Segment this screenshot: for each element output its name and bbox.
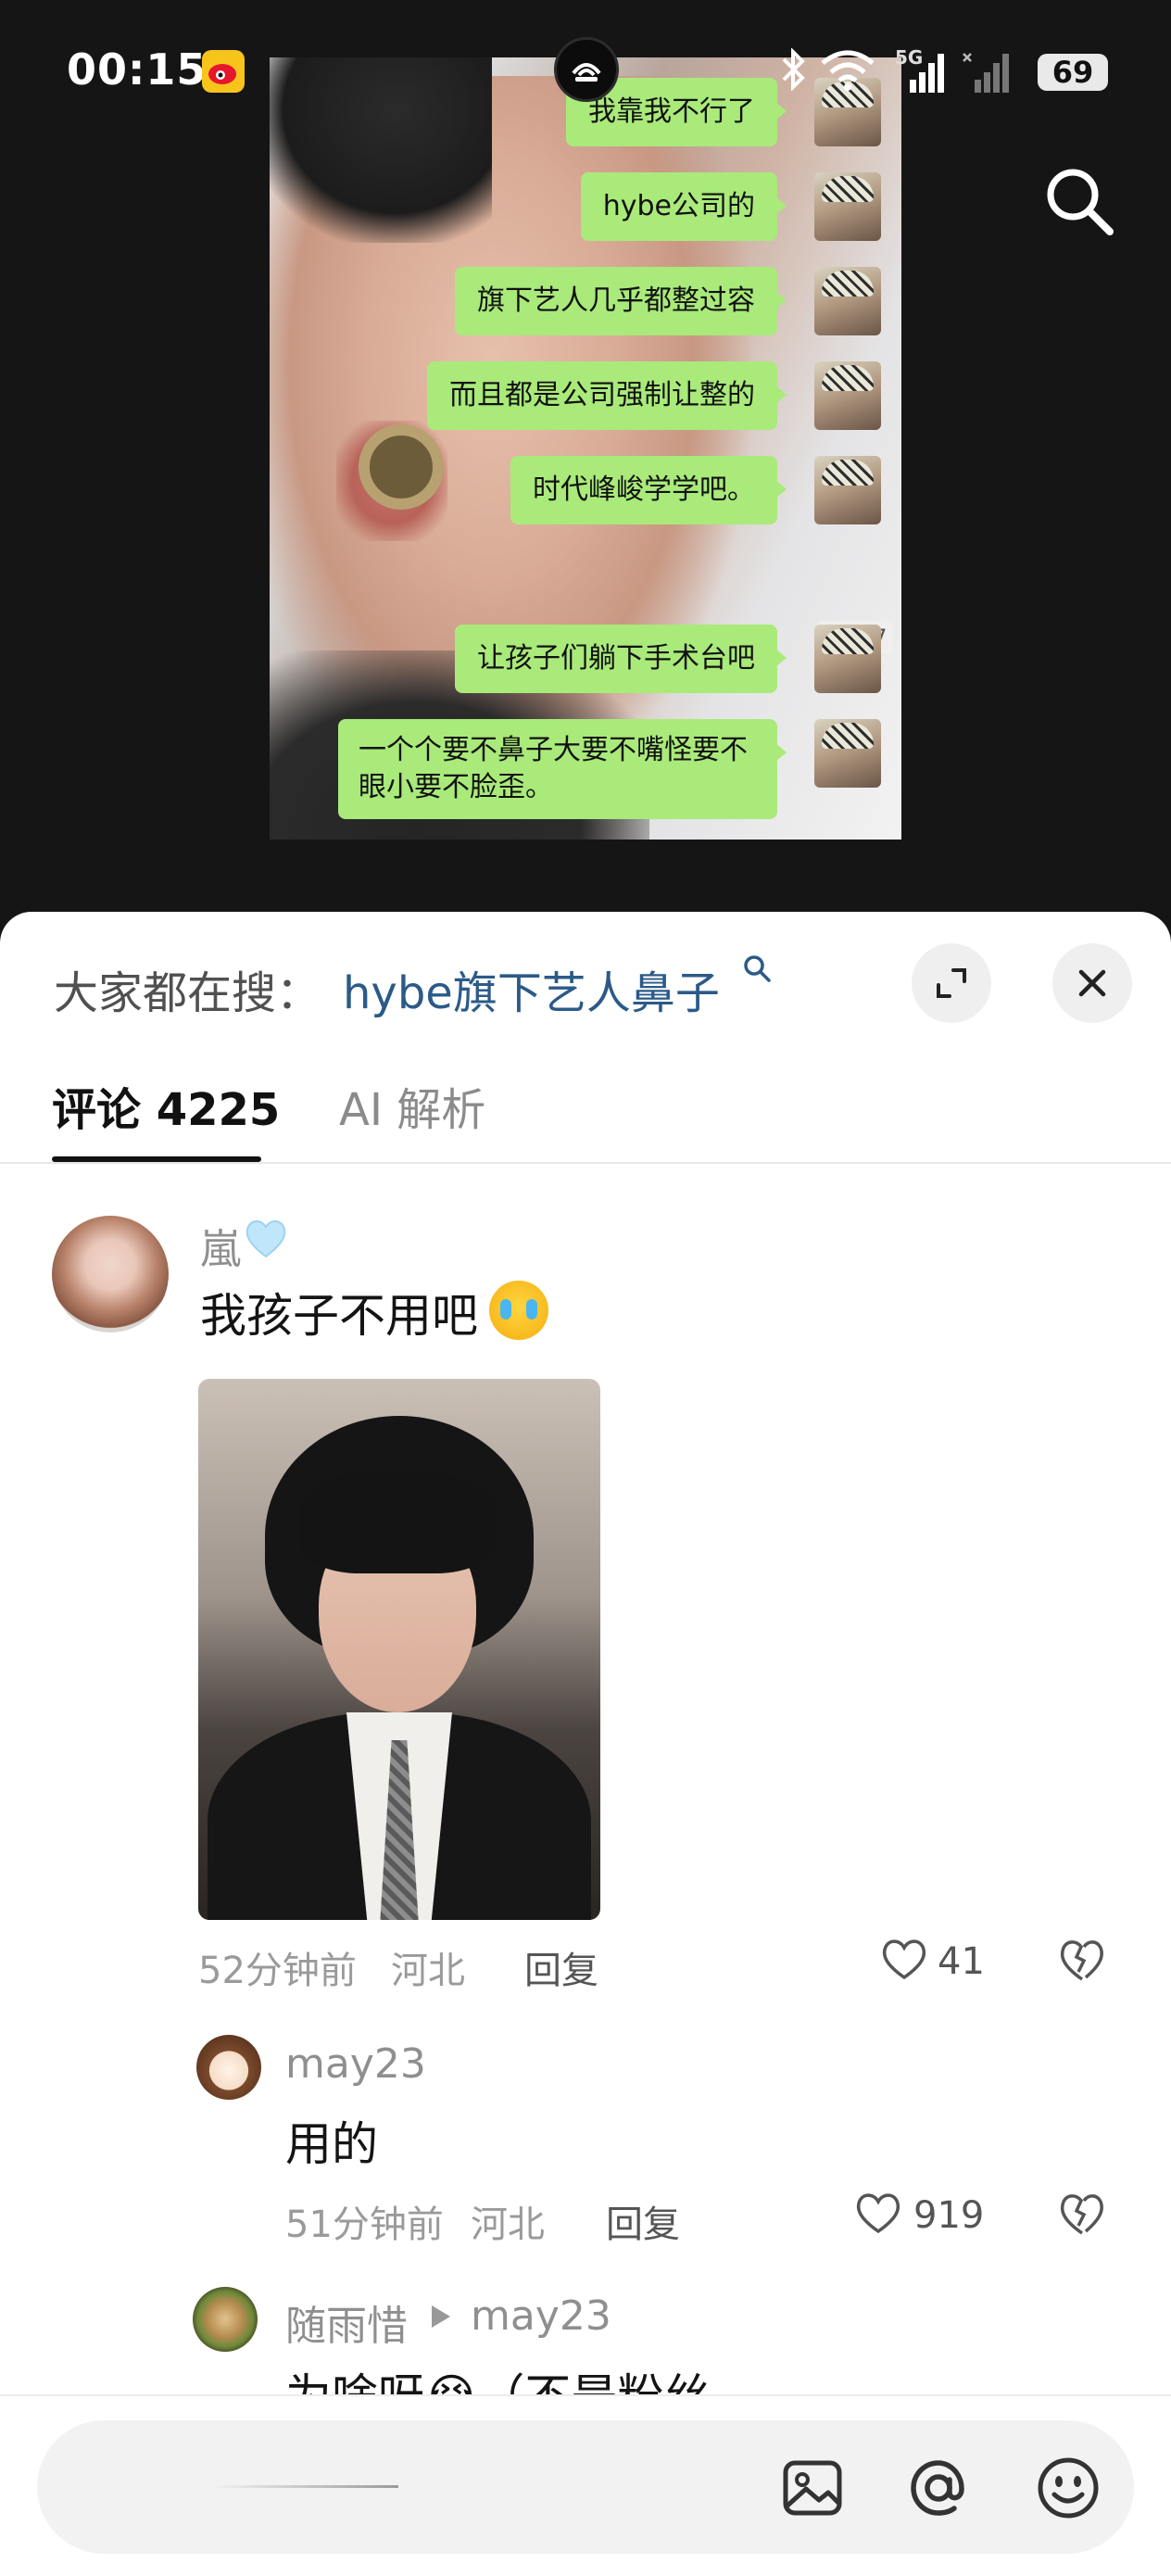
chat-bubble: 一个个要不鼻子大要不嘴怪要不眼小要不脸歪。 — [338, 719, 787, 819]
bluetooth-icon — [782, 48, 805, 91]
cell-signal-2-icon — [963, 53, 1009, 93]
status-bar: 00:15 5G 69 — [0, 0, 1171, 139]
post-image[interactable]: 我靠我不行了 hybe公司的 旗下艺人几乎都整过容 而且都是公司强制让整的 时代… — [270, 57, 901, 840]
comment-attached-image[interactable] — [198, 1379, 600, 1920]
small-search-icon — [744, 955, 771, 982]
at-icon[interactable] — [902, 2452, 975, 2524]
comment-input-bar — [0, 2394, 1171, 2576]
chat-message: 一个个要不鼻子大要不嘴怪要不眼小要不脸歪。 — [338, 719, 881, 819]
expand-button[interactable] — [912, 943, 991, 1023]
chat-message: 而且都是公司强制让整的 — [418, 361, 881, 430]
chat-message: hybe公司的 — [510, 172, 881, 241]
trending-label: 大家都在搜： — [54, 967, 321, 1019]
close-icon — [1078, 969, 1106, 997]
expand-icon — [937, 968, 966, 998]
like-count: 41 — [938, 1940, 985, 1983]
heart-icon[interactable] — [878, 1935, 930, 1983]
reply-button[interactable]: 回复 — [524, 1940, 598, 1994]
reply-username[interactable]: may23 — [285, 2040, 426, 2088]
chat-bubble: 时代峰峻学学吧。 — [510, 456, 787, 524]
wifi-icon — [821, 50, 875, 91]
status-time: 00:15 — [67, 44, 208, 95]
comment-input-container[interactable] — [37, 2420, 1134, 2554]
comment-text: 我孩子不用吧 — [200, 1289, 478, 1343]
reply-location: 河北 — [471, 2203, 545, 2246]
avatar[interactable] — [52, 1216, 169, 1332]
comment-input[interactable] — [107, 2457, 700, 2517]
comment-username[interactable]: 嵐 — [200, 1216, 241, 1275]
search-icon — [1047, 169, 1114, 235]
close-button[interactable] — [1052, 943, 1132, 1023]
weibo-app-icon — [202, 50, 245, 93]
search-button[interactable] — [1041, 163, 1119, 241]
broken-heart-icon[interactable] — [1056, 2189, 1108, 2239]
weibo-comment-screen: 00:15 5G 69 我靠我不行了 hybe公司的 旗下艺人几乎都整过容 而且… — [0, 0, 1171, 2576]
comment-time: 52分钟前 — [198, 1950, 357, 1992]
reply-to-username[interactable]: may23 — [471, 2292, 611, 2340]
avatar[interactable] — [193, 2287, 258, 2352]
light-blue-heart-icon — [246, 1220, 286, 1258]
cell-signal-icon — [910, 54, 944, 93]
chat-avatar — [814, 719, 881, 788]
chat-avatar — [814, 172, 881, 241]
active-tab-indicator — [52, 1156, 261, 1162]
sheet-header: 大家都在搜： hybe旗下艺人鼻子 — [0, 912, 1171, 1042]
heart-icon[interactable] — [852, 2189, 904, 2237]
avatar[interactable] — [196, 2035, 261, 2100]
chat-message: 时代峰峻学学吧。 — [418, 456, 881, 524]
chat-bubble: 而且都是公司强制让整的 — [427, 361, 787, 430]
chat-bubble: 旗下艺人几乎都整过容 — [455, 267, 787, 335]
emoji-icon[interactable] — [1032, 2452, 1104, 2524]
chat-bubble: hybe公司的 — [580, 172, 787, 241]
battery-level: 69 — [1038, 54, 1108, 91]
chat-message: 旗下艺人几乎都整过容 — [418, 267, 881, 335]
broken-heart-icon[interactable] — [1056, 1935, 1108, 1985]
hotspot-indicator-icon — [554, 37, 619, 102]
chat-avatar — [814, 625, 881, 693]
input-cursor-hint — [213, 2485, 398, 2488]
trending-query-link[interactable]: hybe旗下艺人鼻子 — [343, 956, 720, 1021]
crying-face-emoji-icon — [489, 1281, 548, 1340]
reply-time: 51分钟前 — [285, 2203, 444, 2246]
reply-to-arrow-icon — [432, 2305, 450, 2328]
chat-avatar — [814, 456, 881, 524]
chat-bubble: 让孩子们躺下手术台吧 — [455, 625, 787, 693]
image-bangs — [300, 1471, 495, 1573]
chat-avatar — [814, 361, 881, 430]
chat-message: 让孩子们躺下手术台吧 — [418, 625, 881, 693]
tab-ai-analysis[interactable]: AI 解析 — [339, 1073, 485, 1138]
image-icon[interactable] — [776, 2452, 849, 2524]
reply-button[interactable]: 回复 — [606, 2194, 680, 2248]
reply-text: 用的 — [285, 2117, 378, 2171]
comment-tabs: 评论 4225 AI 解析 — [0, 1060, 1171, 1164]
comments-sheet: 大家都在搜： hybe旗下艺人鼻子 评论 4225 AI 解析 嵐 我孩子不用吧… — [0, 912, 1171, 2576]
like-count: 919 — [913, 2194, 985, 2237]
tab-comments[interactable]: 评论 4225 — [52, 1073, 280, 1138]
comment-location: 河北 — [391, 1950, 465, 1992]
reply-username[interactable]: 随雨惜 — [285, 2292, 408, 2352]
chat-avatar — [814, 267, 881, 335]
